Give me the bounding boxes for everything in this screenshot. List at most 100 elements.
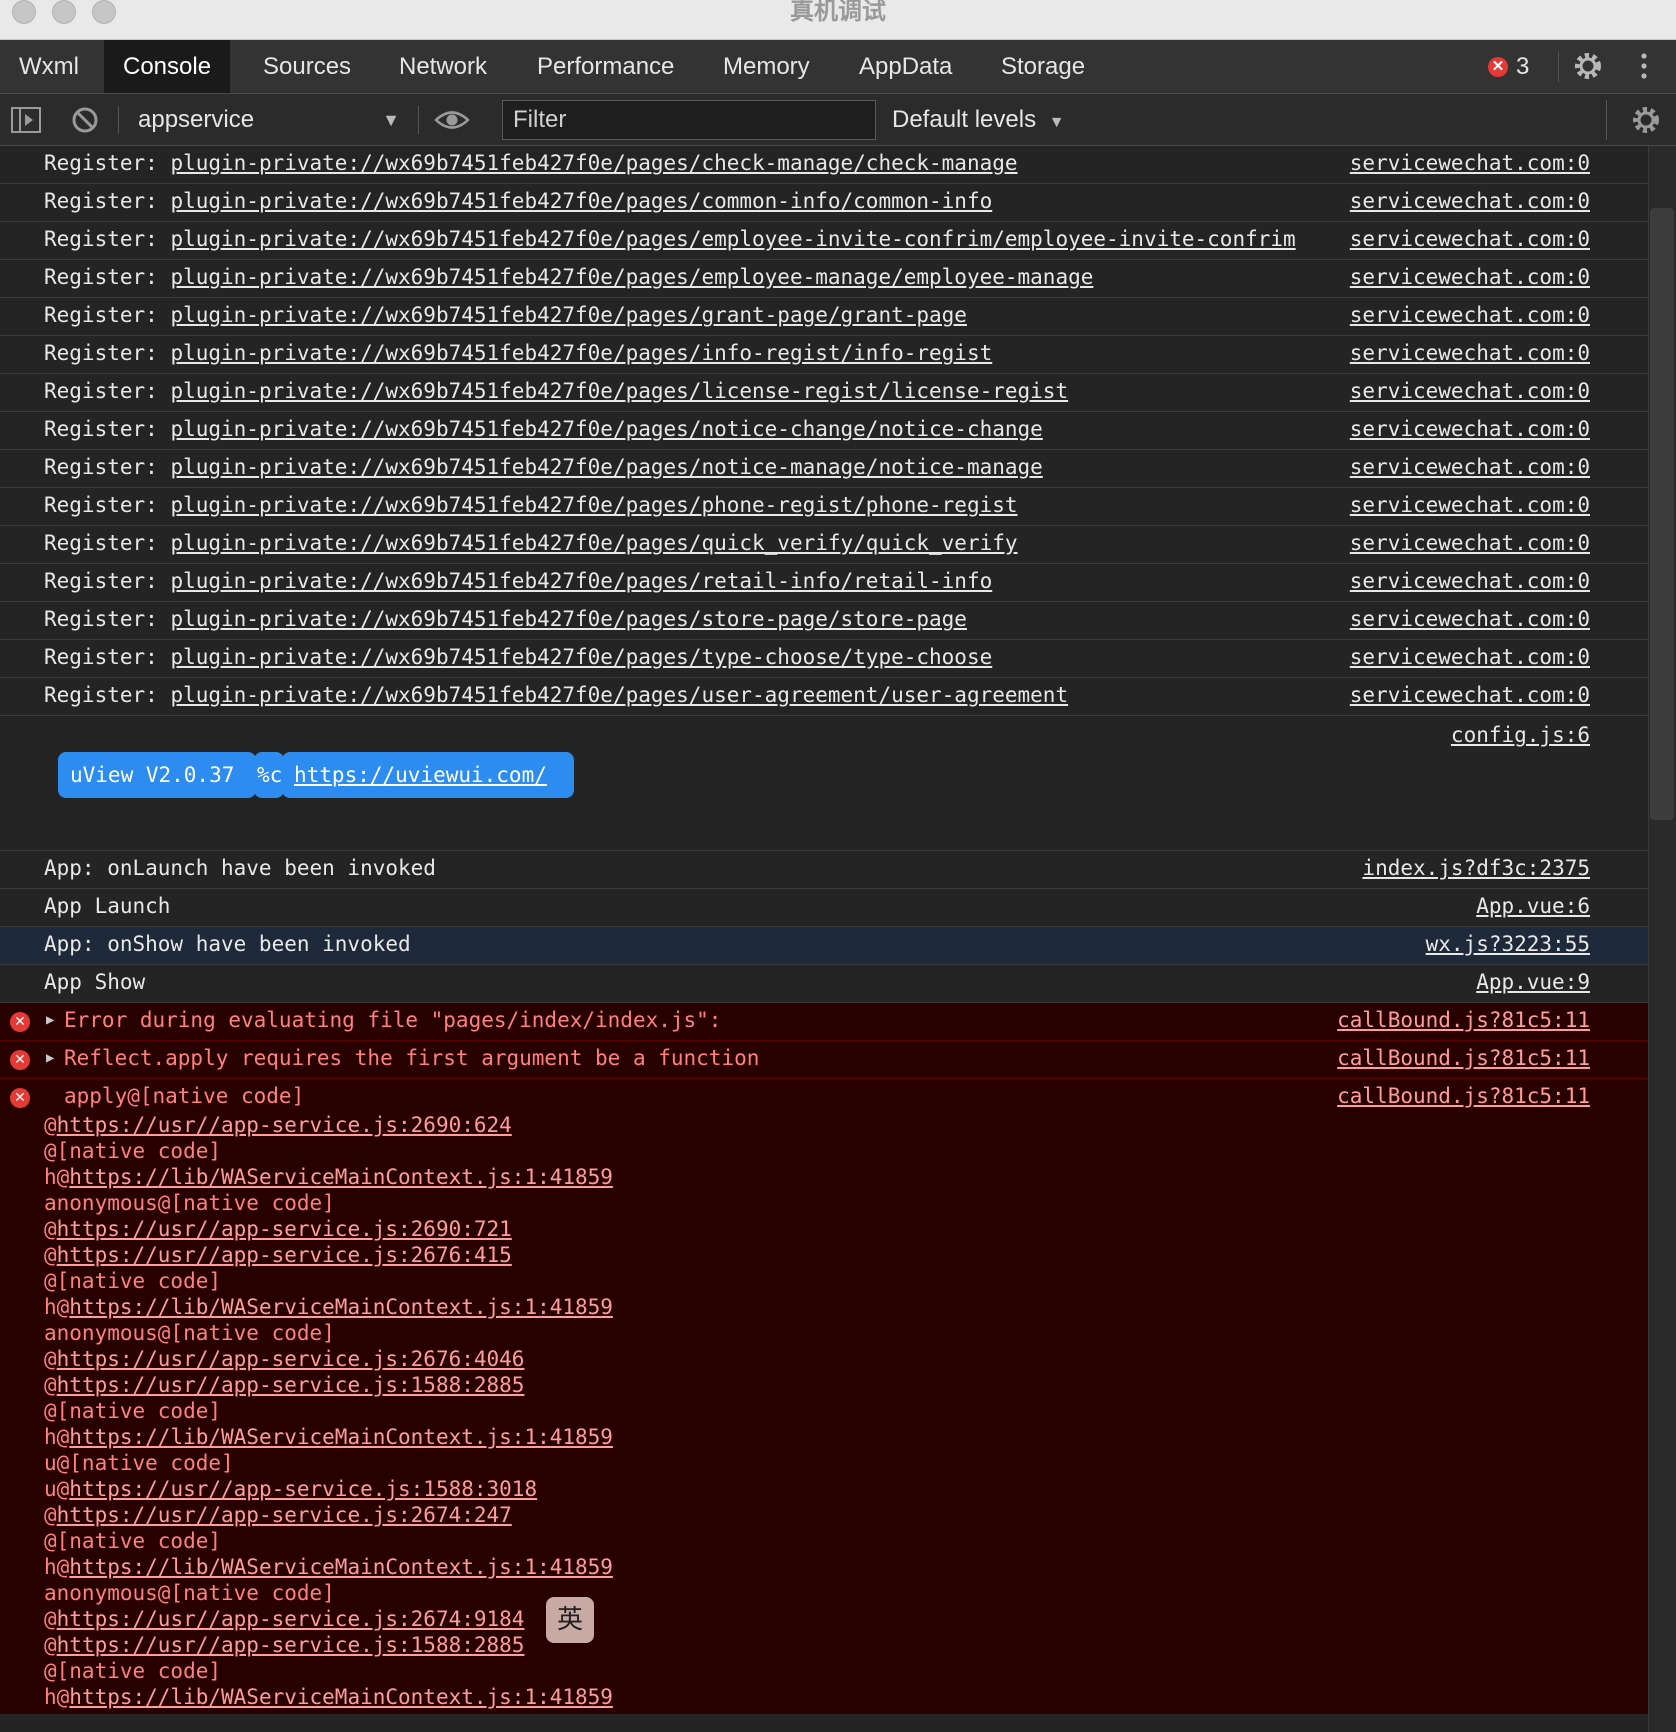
more-options-icon[interactable] — [1636, 50, 1652, 82]
settings-gear-icon[interactable] — [1572, 50, 1604, 82]
tab-wxml[interactable]: Wxml — [0, 40, 98, 93]
context-select[interactable]: appservice ▼ — [138, 102, 400, 138]
register-path-link[interactable]: plugin-private://wx69b7451feb427f0e/page… — [170, 607, 967, 631]
register-source-link[interactable]: servicewechat.com:0 — [1350, 150, 1590, 177]
uview-link[interactable]: https://uviewui.com/ — [294, 763, 547, 787]
register-source-link[interactable]: servicewechat.com:0 — [1350, 302, 1590, 329]
register-source-link[interactable]: servicewechat.com:0 — [1350, 492, 1590, 519]
toolbar-divider — [1606, 100, 1607, 140]
register-path-link[interactable]: plugin-private://wx69b7451feb427f0e/page… — [170, 569, 992, 593]
error-source-link[interactable]: callBound.js?81c5:11 — [1337, 1045, 1590, 1072]
register-source-link[interactable]: servicewechat.com:0 — [1350, 226, 1590, 253]
stack-frame-link[interactable]: https://usr//app-service.js:1588:3018 — [69, 1477, 537, 1501]
tab-memory[interactable]: Memory — [704, 40, 829, 93]
stack-frame: h@https://lib/WAServiceMainContext.js:1:… — [44, 1684, 1388, 1710]
stack-frame-link[interactable]: https://lib/WAServiceMainContext.js:1:41… — [69, 1685, 613, 1709]
log-levels-dropdown[interactable]: Default levels ▼ — [892, 102, 1065, 138]
register-source-link[interactable]: servicewechat.com:0 — [1350, 264, 1590, 291]
stack-frame-link[interactable]: https://usr//app-service.js:2690:721 — [57, 1217, 512, 1241]
tab-performance[interactable]: Performance — [518, 40, 693, 93]
stack-frame: anonymous@[native code] — [44, 1190, 1388, 1216]
register-path-link[interactable]: plugin-private://wx69b7451feb427f0e/page… — [170, 151, 1017, 175]
log-source-link[interactable]: App.vue:6 — [1476, 893, 1590, 920]
log-source-link[interactable]: index.js?df3c:2375 — [1362, 855, 1590, 882]
stack-frame-prefix: @ — [44, 1113, 57, 1137]
tab-storage[interactable]: Storage — [982, 40, 1104, 93]
clear-console-icon[interactable] — [70, 105, 100, 135]
log-source-link[interactable]: wx.js?3223:55 — [1426, 931, 1590, 958]
register-path-link[interactable]: plugin-private://wx69b7451feb427f0e/page… — [170, 265, 1093, 289]
register-path-link[interactable]: plugin-private://wx69b7451feb427f0e/page… — [170, 683, 1068, 707]
register-label: Register: — [44, 151, 171, 175]
register-source-link[interactable]: servicewechat.com:0 — [1350, 378, 1590, 405]
console-register-row: Register: plugin-private://wx69b7451feb4… — [0, 602, 1648, 640]
live-expression-eye-icon[interactable] — [434, 105, 470, 135]
stack-frame-link[interactable]: https://usr//app-service.js:2676:415 — [57, 1243, 512, 1267]
stack-frame-prefix: @[native code] — [44, 1399, 222, 1423]
error-source-link[interactable]: callBound.js?81c5:11 — [1337, 1083, 1590, 1110]
console-register-row: Register: plugin-private://wx69b7451feb4… — [0, 450, 1648, 488]
register-source-link[interactable]: servicewechat.com:0 — [1350, 340, 1590, 367]
stack-frame: h@https://lib/WAServiceMainContext.js:1:… — [44, 1554, 1388, 1580]
console-scrollbar-thumb[interactable] — [1650, 208, 1674, 820]
register-path-link[interactable]: plugin-private://wx69b7451feb427f0e/page… — [170, 227, 1295, 251]
register-path-link[interactable]: plugin-private://wx69b7451feb427f0e/page… — [170, 531, 1017, 555]
register-path-link[interactable]: plugin-private://wx69b7451feb427f0e/page… — [170, 455, 1042, 479]
error-count-badge[interactable]: ✕ 3 — [1488, 40, 1529, 93]
console-register-row: Register: plugin-private://wx69b7451feb4… — [0, 564, 1648, 602]
register-label: Register: — [44, 379, 171, 403]
chevron-down-icon: ▼ — [382, 110, 400, 130]
stack-frame-link[interactable]: https://lib/WAServiceMainContext.js:1:41… — [69, 1165, 613, 1189]
stack-frame-link[interactable]: https://lib/WAServiceMainContext.js:1:41… — [69, 1425, 613, 1449]
stack-frame-link[interactable]: https://lib/WAServiceMainContext.js:1:41… — [69, 1295, 613, 1319]
register-source-link[interactable]: servicewechat.com:0 — [1350, 644, 1590, 671]
uview-format-badge: %c — [254, 752, 284, 798]
console-log-row-selected: App: onShow have been invoked wx.js?3223… — [0, 927, 1648, 965]
tab-sources[interactable]: Sources — [244, 40, 370, 93]
expand-triangle-icon[interactable]: ▶ — [46, 1007, 54, 1034]
register-path-link[interactable]: plugin-private://wx69b7451feb427f0e/page… — [170, 417, 1042, 441]
register-path-link[interactable]: plugin-private://wx69b7451feb427f0e/page… — [170, 493, 1017, 517]
filter-input[interactable] — [502, 100, 876, 140]
register-source-link[interactable]: servicewechat.com:0 — [1350, 188, 1590, 215]
register-source-link[interactable]: servicewechat.com:0 — [1350, 530, 1590, 557]
log-source-link[interactable]: config.js:6 — [1451, 722, 1590, 749]
expand-triangle-icon[interactable]: ▶ — [46, 1045, 54, 1072]
stack-frame-prefix: h@ — [44, 1295, 70, 1319]
stack-frame-link[interactable]: https://usr//app-service.js:2690:624 — [57, 1113, 512, 1137]
stack-frame: @https://usr//app-service.js:2690:624 — [44, 1112, 1388, 1138]
stack-frame-link[interactable]: https://usr//app-service.js:1588:2885 — [57, 1633, 525, 1657]
register-source-link[interactable]: servicewechat.com:0 — [1350, 416, 1590, 443]
stack-frame-link[interactable]: https://usr//app-service.js:2676:4046 — [57, 1347, 525, 1371]
register-path-link[interactable]: plugin-private://wx69b7451feb427f0e/page… — [170, 379, 1068, 403]
register-source-link[interactable]: servicewechat.com:0 — [1350, 454, 1590, 481]
stack-frame: h@https://lib/WAServiceMainContext.js:1:… — [44, 1164, 1388, 1190]
tab-console[interactable]: Console — [104, 40, 231, 93]
stack-frame-link[interactable]: https://usr//app-service.js:1588:2885 — [57, 1373, 525, 1397]
log-source-link[interactable]: App.vue:9 — [1476, 969, 1590, 996]
stack-frame-link[interactable]: https://usr//app-service.js:2674:247 — [57, 1503, 512, 1527]
register-path-link[interactable]: plugin-private://wx69b7451feb427f0e/page… — [170, 303, 967, 327]
sidebar-toggle-icon[interactable] — [10, 105, 44, 135]
console-settings-gear-icon[interactable] — [1630, 104, 1662, 136]
register-path-link[interactable]: plugin-private://wx69b7451feb427f0e/page… — [170, 189, 992, 213]
register-path-link[interactable]: plugin-private://wx69b7451feb427f0e/page… — [170, 341, 992, 365]
tab-appdata[interactable]: AppData — [840, 40, 971, 93]
console-register-row: Register: plugin-private://wx69b7451feb4… — [0, 336, 1648, 374]
register-path-link[interactable]: plugin-private://wx69b7451feb427f0e/page… — [170, 645, 992, 669]
toolbar-divider — [118, 106, 119, 134]
stack-frame-link[interactable]: https://usr//app-service.js:2674:9184 — [57, 1607, 525, 1631]
stack-frame: h@https://lib/WAServiceMainContext.js:1:… — [44, 1294, 1388, 1320]
console-output[interactable]: Register: plugin-private://wx69b7451feb4… — [0, 146, 1648, 1732]
error-source-link[interactable]: callBound.js?81c5:11 — [1337, 1007, 1590, 1034]
register-source-link[interactable]: servicewechat.com:0 — [1350, 682, 1590, 709]
register-label: Register: — [44, 341, 171, 365]
tab-network[interactable]: Network — [380, 40, 506, 93]
stack-frame-link[interactable]: https://lib/WAServiceMainContext.js:1:41… — [69, 1555, 613, 1579]
register-label: Register: — [44, 531, 171, 555]
stack-frame-prefix: u@ — [44, 1477, 70, 1501]
register-source-link[interactable]: servicewechat.com:0 — [1350, 568, 1590, 595]
uview-link-badge: https://uviewui.com/ — [282, 752, 574, 798]
register-source-link[interactable]: servicewechat.com:0 — [1350, 606, 1590, 633]
stack-frame-prefix: @ — [44, 1633, 57, 1657]
